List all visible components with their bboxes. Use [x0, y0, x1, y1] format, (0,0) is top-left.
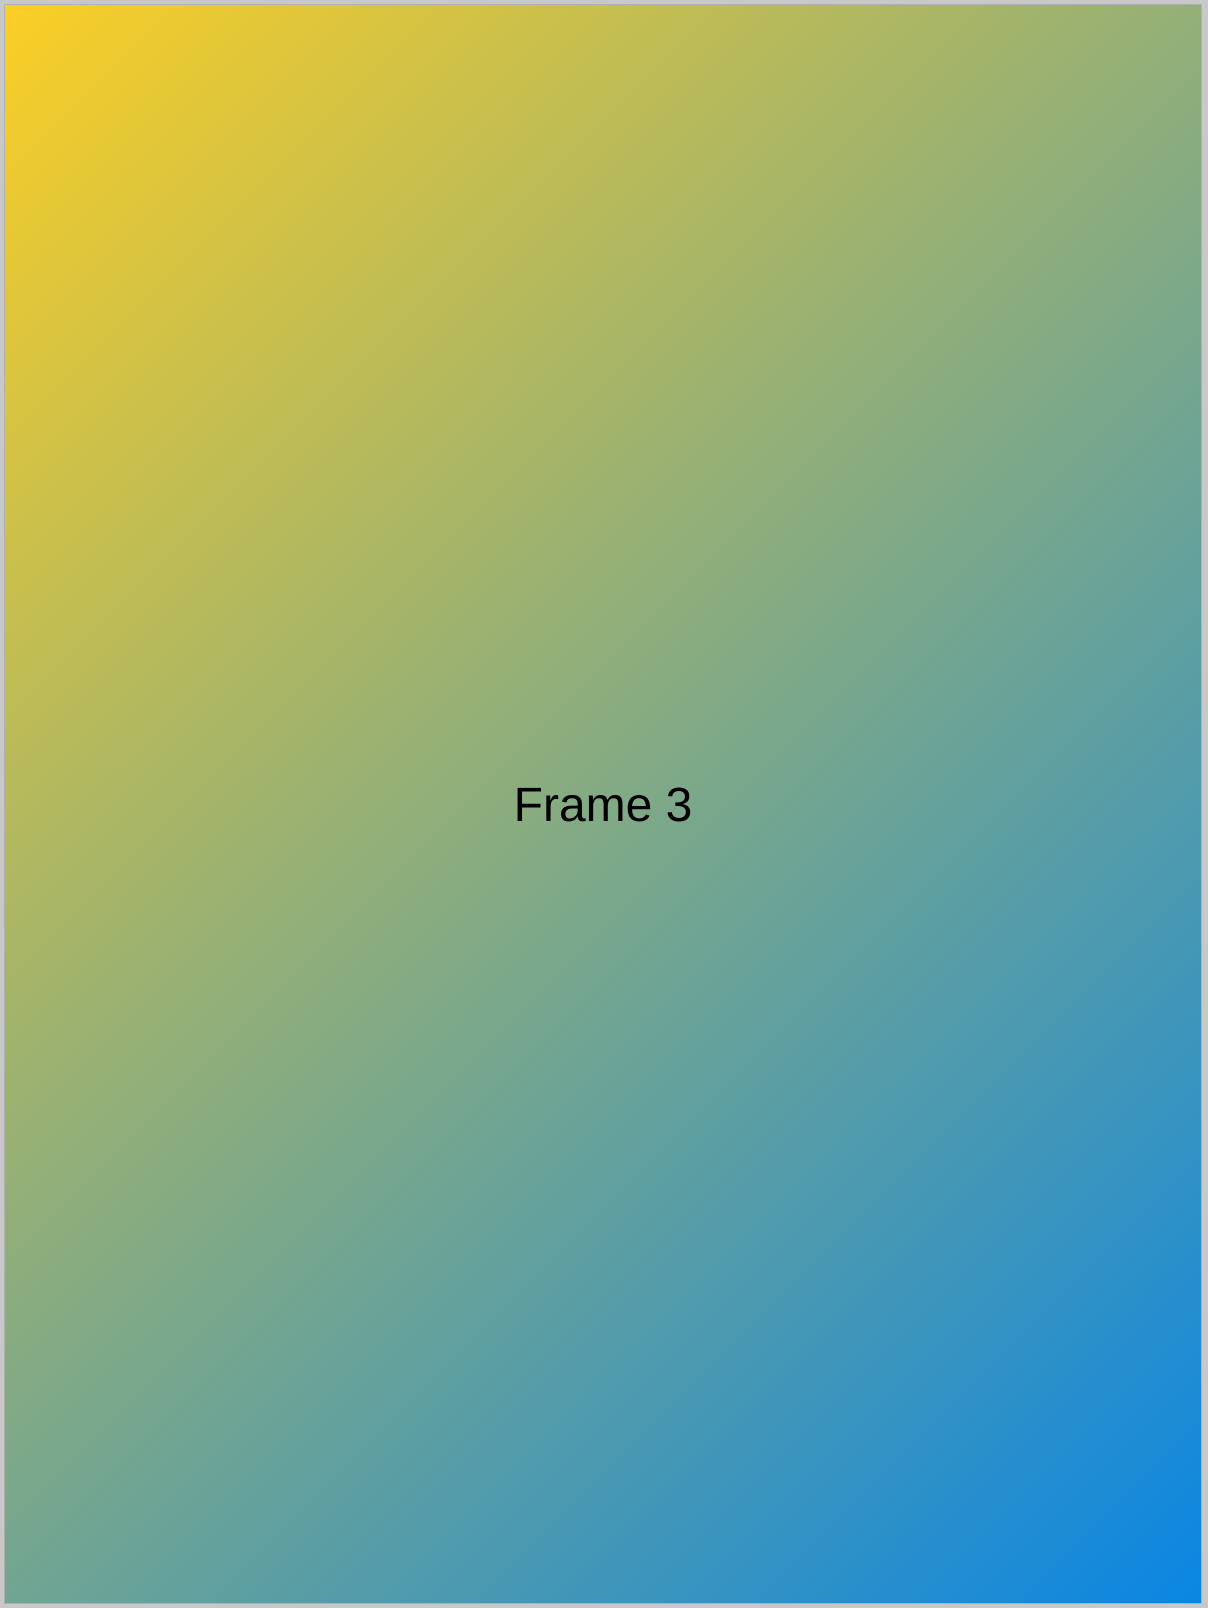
frame-label: Frame 3: [513, 779, 693, 832]
gradient-frame: Frame 3: [4, 4, 1202, 1604]
